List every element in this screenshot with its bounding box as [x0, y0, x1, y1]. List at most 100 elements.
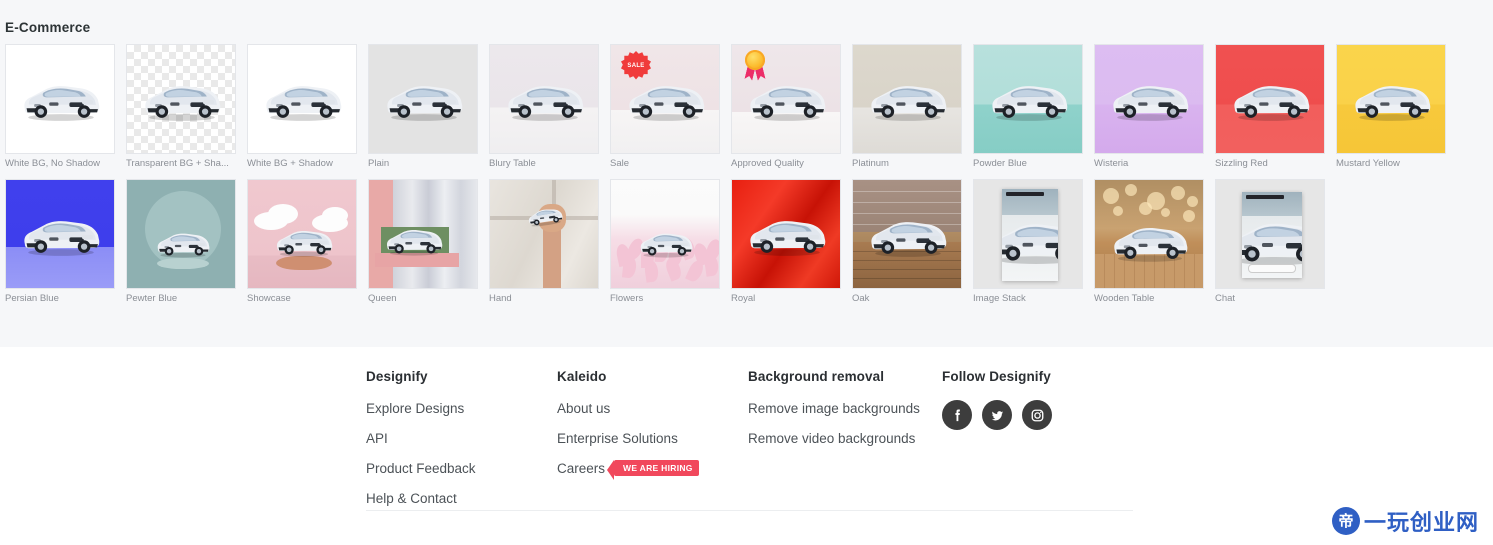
thumbnail-label: Royal — [731, 293, 756, 304]
brick-mortar — [853, 202, 961, 203]
approved-quality-medal-icon — [742, 50, 768, 80]
brick-mortar — [853, 191, 961, 192]
bokeh-light — [1183, 210, 1195, 222]
watermark-text: 一玩创业网 — [1363, 511, 1479, 536]
thumbnail-image[interactable] — [5, 179, 115, 289]
thumbnail-label: Blury Table — [489, 158, 536, 169]
facebook-icon[interactable] — [942, 400, 972, 430]
bokeh-light — [1125, 184, 1137, 196]
thumbnail-card[interactable]: Oak — [852, 179, 962, 305]
photo-topbar — [1246, 195, 1284, 199]
thumbnail-label: Oak — [852, 293, 870, 304]
thumbnail-label: White BG + Shadow — [247, 158, 333, 169]
twitter-icon[interactable] — [982, 400, 1012, 430]
thumbnail-image[interactable] — [852, 44, 962, 154]
thumbnail-card[interactable]: Mustard Yellow — [1336, 44, 1446, 170]
thumbnail-label: Powder Blue — [973, 158, 1027, 169]
footer-column-kaleido: Kaleido About us Enterprise Solutions Ca… — [557, 369, 748, 520]
podium — [157, 258, 209, 269]
thumbnail-image[interactable] — [852, 179, 962, 289]
thumbnail-card[interactable]: Powder Blue — [973, 44, 1083, 170]
flower-petal — [643, 259, 660, 283]
footer-column-background-removal: Background removal Remove image backgrou… — [748, 369, 942, 520]
thumbnail-card[interactable]: SALE Sale — [610, 44, 720, 170]
thumbnail-card[interactable]: Pewter Blue — [126, 179, 236, 305]
thumbnail-card[interactable]: Blury Table — [489, 44, 599, 170]
thumbnail-card[interactable]: Sizzling Red — [1215, 44, 1325, 170]
thumbnail-image[interactable] — [247, 179, 357, 289]
bokeh-light — [1103, 188, 1119, 204]
thumbnail-card[interactable]: Transparent BG + Sha... — [126, 44, 236, 170]
thumbnail-image[interactable] — [731, 179, 841, 289]
watermark: 帝 一玩创业网 — [1331, 505, 1479, 537]
footer-column-title: Designify — [366, 369, 428, 384]
footer-link-remove-image-backgrounds[interactable]: Remove image backgrounds — [748, 401, 920, 416]
thumbnail-card[interactable]: Wooden Table — [1094, 179, 1204, 305]
bokeh-light — [1187, 196, 1198, 207]
thumbnail-label: Persian Blue — [5, 293, 59, 304]
thumbnail-card[interactable]: Platinum — [852, 44, 962, 170]
plank-line — [853, 260, 961, 261]
ecommerce-gallery-section: E-Commerce White BG, No Shadow Transparen… — [0, 0, 1493, 347]
footer-link-explore-designs[interactable]: Explore Designs — [366, 401, 464, 416]
thumbnail-image[interactable] — [731, 44, 841, 154]
thumbnail-card[interactable]: White BG + Shadow — [247, 44, 357, 170]
thumbnail-image[interactable] — [973, 179, 1083, 289]
footer-link-about-us[interactable]: About us — [557, 401, 610, 416]
thumbnail-image[interactable] — [368, 179, 478, 289]
footer-link-api[interactable]: API — [366, 431, 388, 446]
footer-column-title: Kaleido — [557, 369, 607, 384]
footer-column-social: Follow Designify — [942, 369, 1162, 520]
thumbnail-image[interactable] — [247, 44, 357, 154]
thumbnail-image[interactable] — [368, 44, 478, 154]
footer-link-careers[interactable]: Careers — [557, 461, 605, 476]
thumbnail-label: Wisteria — [1094, 158, 1129, 169]
thumbnail-image[interactable] — [489, 44, 599, 154]
thumbnail-label: Transparent BG + Sha... — [126, 158, 229, 169]
footer-link-help-contact[interactable]: Help & Contact — [366, 491, 457, 506]
plank-line — [853, 251, 961, 252]
circle-backdrop — [145, 191, 221, 267]
thumbnail-card[interactable]: Chat — [1215, 179, 1325, 305]
thumbnail-image[interactable] — [126, 44, 236, 154]
instagram-icon[interactable] — [1022, 400, 1052, 430]
thumbnail-label: Showcase — [247, 293, 291, 304]
thumbnail-card[interactable]: Persian Blue — [5, 179, 115, 305]
thumbnail-image[interactable] — [1215, 44, 1325, 154]
thumbnail-card[interactable]: Image Stack — [973, 179, 1083, 305]
thumbnail-label: Pewter Blue — [126, 293, 178, 304]
bokeh-light — [1171, 186, 1185, 200]
footer-column-designify: Designify Explore Designs API Product Fe… — [366, 369, 557, 520]
thumbnail-card[interactable]: Approved Quality — [731, 44, 841, 170]
thumbnail-label: Sale — [610, 158, 630, 169]
flower-petal — [654, 239, 669, 263]
thumbnail-image[interactable] — [489, 179, 599, 289]
thumbnail-card[interactable]: Wisteria — [1094, 44, 1204, 170]
thumbnail-image[interactable] — [610, 179, 720, 289]
thumbnail-image[interactable] — [1094, 179, 1204, 289]
brick-mortar — [853, 213, 961, 214]
thumbnail-card[interactable]: Queen — [368, 179, 478, 305]
thumbnail-label: Sizzling Red — [1215, 158, 1268, 169]
thumbnail-image[interactable] — [1094, 44, 1204, 154]
thumbnail-image[interactable] — [1215, 179, 1325, 289]
inner-photo — [1242, 192, 1302, 278]
thumbnail-card[interactable]: Flowers — [610, 179, 720, 305]
thumbnail-image[interactable] — [5, 44, 115, 154]
footer-link-remove-video-backgrounds[interactable]: Remove video backgrounds — [748, 431, 915, 446]
thumbnail-image[interactable]: SALE — [610, 44, 720, 154]
thumbnail-card[interactable]: Royal — [731, 179, 841, 305]
thumbnail-label: Image Stack — [973, 293, 1026, 304]
thumbnail-image[interactable] — [1336, 44, 1446, 154]
footer-link-product-feedback[interactable]: Product Feedback — [366, 461, 476, 476]
thumbnail-label: Chat — [1215, 293, 1236, 304]
thumbnail-card[interactable]: Hand — [489, 179, 599, 305]
thumbnail-card[interactable]: Showcase — [247, 179, 357, 305]
thumbnail-image[interactable] — [973, 44, 1083, 154]
thumbnail-image[interactable] — [126, 179, 236, 289]
thumbnail-card[interactable]: White BG, No Shadow — [5, 44, 115, 170]
podium — [276, 256, 332, 270]
footer-link-enterprise-solutions[interactable]: Enterprise Solutions — [557, 431, 678, 446]
footer-social-title: Follow Designify — [942, 369, 1051, 384]
thumbnail-card[interactable]: Plain — [368, 44, 478, 170]
